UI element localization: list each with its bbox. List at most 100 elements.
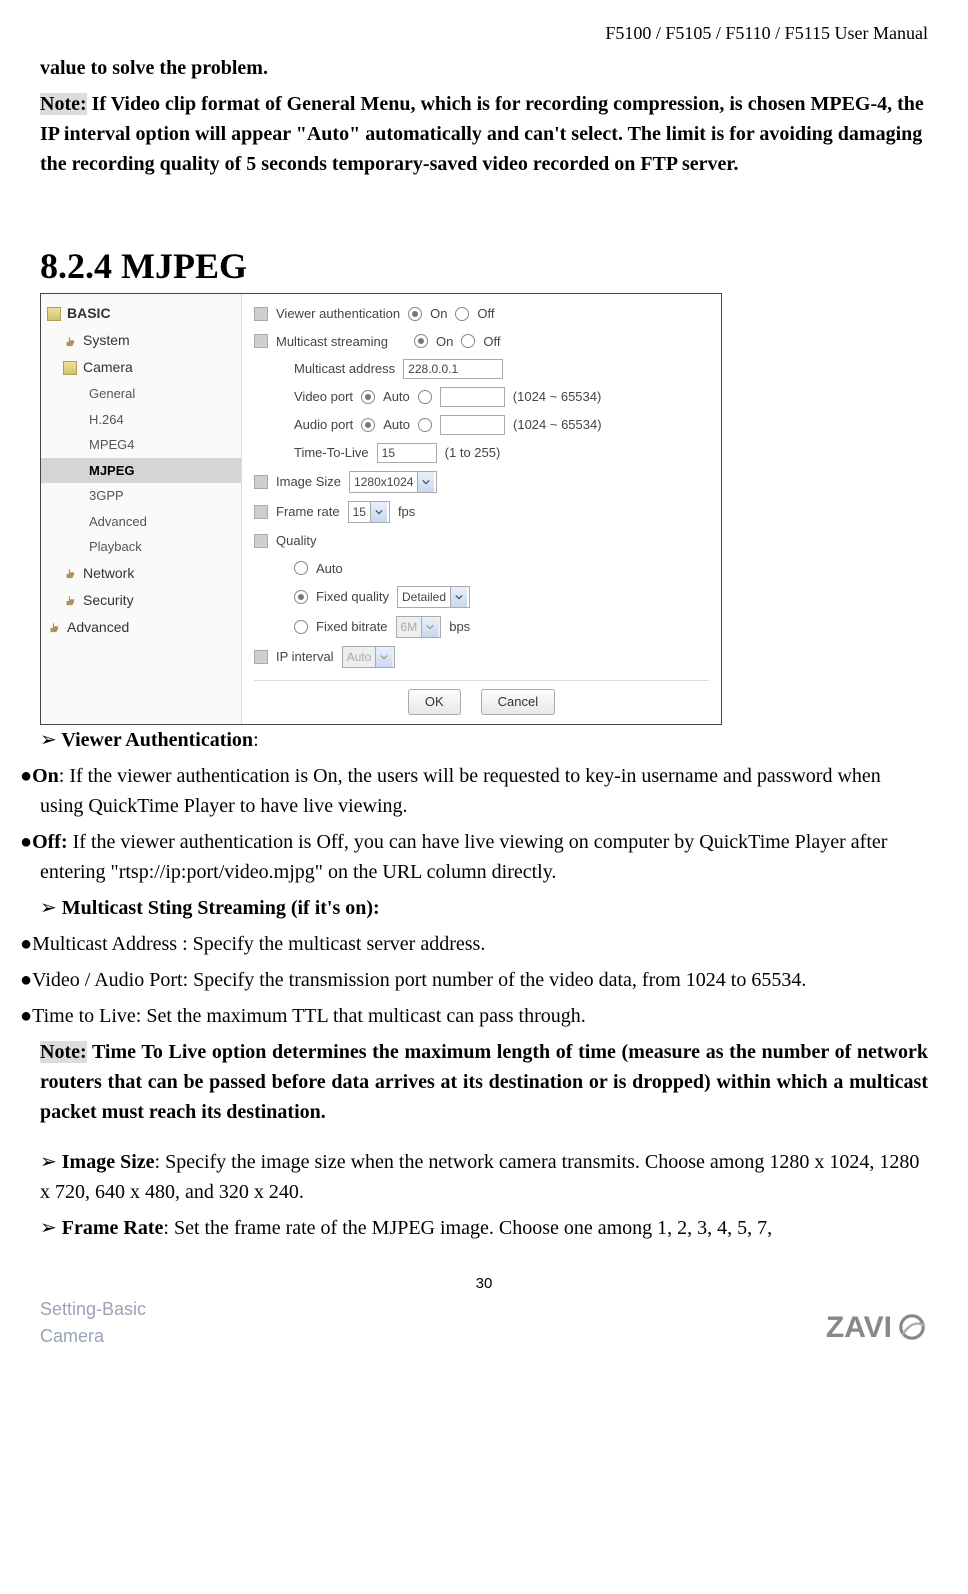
- quality-fixedb-lbl: Fixed bitrate: [316, 617, 388, 637]
- ss-advanced[interactable]: Advanced: [41, 614, 241, 641]
- multicast-on-lbl: On: [436, 332, 453, 352]
- hand-icon: [47, 620, 61, 634]
- audio-port-range: (1024 ~ 65534): [513, 415, 602, 435]
- quality-fixedb-radio[interactable]: [294, 620, 308, 634]
- ok-button[interactable]: OK: [408, 689, 461, 715]
- multicast-off-radio[interactable]: [461, 334, 475, 348]
- ss-system-label: System: [83, 330, 130, 351]
- note-text-1: If Video clip format of General Menu, wh…: [40, 93, 924, 175]
- ms-note-text: Time To Live option determines the maxim…: [40, 1041, 928, 1123]
- quality-fixedb-select[interactable]: 6M: [396, 616, 442, 638]
- ttl-input[interactable]: 15: [377, 443, 437, 463]
- ss-camera-mpeg4[interactable]: MPEG4: [41, 432, 241, 458]
- va-on-text: : If the viewer authentication is On, th…: [40, 765, 881, 817]
- ss-camera-advanced[interactable]: Advanced: [41, 509, 241, 535]
- ms-note: Note: Time To Live option determines the…: [40, 1037, 928, 1127]
- ttl-label: Time-To-Live: [294, 443, 369, 463]
- image-size-value: 1280x1024: [354, 473, 413, 491]
- ss-camera-playback[interactable]: Playback: [41, 534, 241, 560]
- ss-viewer-auth-row: Viewer authentication On Off: [254, 300, 709, 328]
- ms-b3-text: Time to Live: Set the maximum TTL that m…: [32, 1005, 586, 1027]
- audio-port-auto-radio[interactable]: [361, 418, 375, 432]
- section-heading: 8.2.4 MJPEG: [40, 239, 928, 293]
- quality-fixedq-radio[interactable]: [294, 590, 308, 604]
- video-port-range: (1024 ~ 65534): [513, 387, 602, 407]
- ss-main: Viewer authentication On Off Multicast s…: [242, 294, 721, 724]
- ss-camera-mjpeg[interactable]: MJPEG: [41, 458, 241, 484]
- image-size-select[interactable]: 1280x1024: [349, 471, 437, 493]
- logo-swoosh-icon: [896, 1311, 928, 1343]
- multicast-heading: ➢ Multicast Sting Streaming (if it's on)…: [40, 893, 928, 923]
- ss-network[interactable]: Network: [41, 560, 241, 587]
- box-icon: [254, 650, 268, 664]
- multicast-addr-label: Multicast address: [294, 359, 395, 379]
- ss-camera-3gpp[interactable]: 3GPP: [41, 483, 241, 509]
- box-icon: [254, 505, 268, 519]
- ss-quality-fixedq-row: Fixed quality Detailed: [294, 582, 709, 612]
- viewer-auth-on-lbl: On: [430, 304, 447, 324]
- ms-b2: ●Video / Audio Port: Specify the transmi…: [40, 965, 928, 995]
- ttl-range: (1 to 255): [445, 443, 501, 463]
- ss-basic[interactable]: BASIC: [41, 300, 241, 327]
- quality-auto-radio[interactable]: [294, 561, 308, 575]
- viewer-auth-on-radio[interactable]: [408, 307, 422, 321]
- multicast-on-radio[interactable]: [414, 334, 428, 348]
- video-port-manual-radio[interactable]: [418, 390, 432, 404]
- footer-left: Setting-Basic Camera: [40, 1296, 146, 1350]
- cancel-button[interactable]: Cancel: [481, 689, 555, 715]
- audio-port-label: Audio port: [294, 415, 353, 435]
- ms-b3: ●Time to Live: Set the maximum TTL that …: [40, 1001, 928, 1031]
- ss-quality-row: Quality: [254, 527, 709, 555]
- hand-icon: [63, 593, 77, 607]
- viewer-auth-off-radio[interactable]: [455, 307, 469, 321]
- frame-rate-value: 15: [353, 503, 366, 521]
- ss-multicast-addr-row: Multicast address 228.0.0.1: [294, 355, 709, 383]
- ss-quality-fixedb-row: Fixed bitrate 6M bps: [294, 612, 709, 642]
- ss-security[interactable]: Security: [41, 587, 241, 614]
- ss-camera-h264[interactable]: H.264: [41, 407, 241, 433]
- audio-port-input[interactable]: [440, 415, 505, 435]
- frame-rate-text: : Set the frame rate of the MJPEG image.…: [163, 1217, 772, 1239]
- hand-icon: [63, 566, 77, 580]
- settings-screenshot: BASIC System Camera General H.264 MPEG4 …: [40, 293, 722, 725]
- va-on-item: ●On: If the viewer authentication is On,…: [40, 761, 928, 821]
- ss-ttl-row: Time-To-Live 15 (1 to 255): [294, 439, 709, 467]
- chevron-down-icon: [375, 647, 392, 667]
- ss-camera-general[interactable]: General: [41, 381, 241, 407]
- audio-port-manual-radio[interactable]: [418, 418, 432, 432]
- frame-rate-head: Frame Rate: [57, 1217, 164, 1239]
- video-port-input[interactable]: [440, 387, 505, 407]
- chevron-down-icon: [421, 617, 438, 637]
- quality-fixedq-select[interactable]: Detailed: [397, 586, 470, 608]
- note-paragraph-1: Note: If Video clip format of General Me…: [40, 89, 928, 179]
- header-right: F5100 / F5105 / F5110 / F5115 User Manua…: [40, 20, 928, 47]
- multicast-off-lbl: Off: [483, 332, 500, 352]
- frame-rate-select[interactable]: 15: [348, 501, 390, 523]
- ss-multicast-row: Multicast streaming On Off: [254, 328, 709, 356]
- logo-text: ZAVI: [826, 1305, 892, 1350]
- ss-camera[interactable]: Camera: [41, 354, 241, 381]
- image-size-text: : Specify the image size when the networ…: [40, 1151, 919, 1203]
- quality-label: Quality: [276, 531, 316, 551]
- ms-b1: ●Multicast Address : Specify the multica…: [40, 929, 928, 959]
- video-port-auto-radio[interactable]: [361, 390, 375, 404]
- ip-interval-select[interactable]: Auto: [342, 646, 396, 668]
- multicast-label: Multicast streaming: [276, 332, 388, 352]
- ms-b1-text: Multicast Address : Specify the multicas…: [32, 933, 485, 955]
- footer-left-2: Camera: [40, 1323, 146, 1350]
- ss-system[interactable]: System: [41, 327, 241, 354]
- audio-port-auto-lbl: Auto: [383, 415, 410, 435]
- ss-sidebar: BASIC System Camera General H.264 MPEG4 …: [41, 294, 242, 724]
- box-icon: [254, 307, 268, 321]
- box-icon: [254, 475, 268, 489]
- ss-ip-interval-row: IP interval Auto: [254, 642, 709, 672]
- ms-b2-text: Video / Audio Port: Specify the transmis…: [32, 969, 806, 991]
- multicast-addr-input[interactable]: 228.0.0.1: [403, 359, 503, 379]
- ms-note-label: Note:: [40, 1041, 87, 1063]
- viewer-auth-label: Viewer authentication: [276, 304, 400, 324]
- image-size-para: ➢ Image Size: Specify the image size whe…: [40, 1147, 928, 1207]
- viewer-auth-heading-text: Viewer Authentication: [57, 729, 253, 751]
- zavio-logo: ZAVI: [826, 1305, 928, 1350]
- chevron-down-icon: [370, 502, 387, 522]
- page-number: 30: [40, 1273, 928, 1296]
